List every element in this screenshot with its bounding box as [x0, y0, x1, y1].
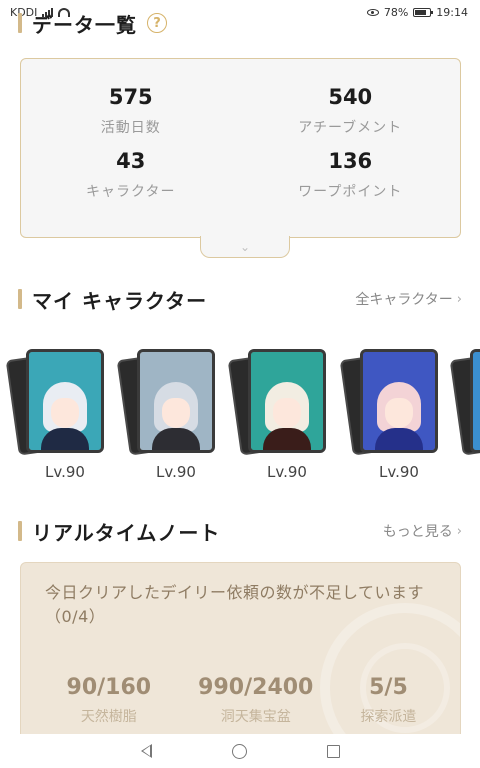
section-accent-bar [18, 289, 22, 309]
back-icon[interactable] [140, 744, 152, 758]
expedition-stat: 5/5 探索派遣 [360, 675, 416, 726]
character-level: Lv.90 [45, 463, 85, 481]
stat-value: 5/5 [369, 675, 408, 700]
stat-value: 575 [108, 85, 153, 109]
character-portrait [26, 349, 104, 453]
see-more-link[interactable]: もっと見る › [383, 521, 462, 541]
stat-active-days: 575 活動日数 [21, 85, 241, 137]
home-icon[interactable] [231, 743, 247, 759]
stat-value: 990/2400 [198, 675, 314, 700]
recents-icon[interactable] [326, 744, 340, 758]
daily-commission-warning: 今日クリアしたデイリー依頼の数が不足しています（0/4） [45, 583, 425, 626]
character-portrait [470, 349, 480, 453]
stat-label: キャラクター [86, 184, 176, 200]
stat-waypoints: 136 ワープポイント [241, 149, 461, 201]
stat-label: 洞天集宝盆 [220, 709, 291, 725]
stat-value: 540 [328, 85, 373, 109]
realtime-note-card[interactable]: 今日クリアしたデイリー依頼の数が不足しています（0/4） 90/160 天然樹脂… [20, 562, 461, 742]
chevron-right-icon: › [456, 523, 462, 539]
stat-value: 90/160 [66, 675, 152, 700]
expand-stats-button[interactable]: ⌄ [200, 236, 290, 258]
system-nav-bar [0, 734, 480, 768]
stat-achievements: 540 アチーブメント [241, 85, 461, 137]
all-characters-label: 全キャラクター [355, 292, 453, 308]
realtime-note-header: リアルタイムノート もっと見る › [18, 516, 462, 546]
stat-label: ワープポイント [298, 184, 403, 200]
data-overview-card: 575 活動日数 540 アチーブメント 43 キャラクター 136 ワープポイ… [20, 58, 461, 238]
data-overview-header: データ一覧 ? [18, 8, 462, 38]
my-characters-header: マイ キャラクター 全キャラクター › [18, 284, 462, 314]
resin-stat: 90/160 天然樹脂 [67, 675, 152, 726]
character-list: Lv.90 Lv.90 Lv.90 Lv.90 [0, 345, 480, 485]
my-characters-title: マイ キャラクター [32, 288, 208, 313]
all-characters-link[interactable]: 全キャラクター › [355, 289, 462, 309]
section-accent-bar [18, 13, 22, 33]
character-portrait [137, 349, 215, 453]
section-accent-bar [18, 521, 22, 541]
character-level: Lv.90 [379, 463, 419, 481]
character-portrait [360, 349, 438, 453]
character-level: Lv.90 [156, 463, 196, 481]
chevron-down-icon: ⌄ [239, 239, 251, 254]
stat-value: 136 [328, 149, 373, 173]
stat-label: 天然樹脂 [80, 709, 137, 725]
realm-currency-stat: 990/2400 洞天集宝盆 [198, 675, 313, 726]
stat-label: アチーブメント [298, 120, 403, 136]
stat-characters: 43 キャラクター [21, 149, 241, 201]
help-icon[interactable]: ? [147, 13, 167, 33]
stat-label: 探索派遣 [360, 709, 417, 725]
data-overview-title: データ一覧 [32, 12, 137, 37]
realtime-note-title: リアルタイムノート [32, 520, 221, 545]
character-portrait [248, 349, 326, 453]
stat-value: 43 [116, 149, 146, 173]
see-more-label: もっと見る [382, 524, 453, 540]
chevron-right-icon: › [456, 291, 462, 307]
character-level: Lv.90 [267, 463, 307, 481]
stat-label: 活動日数 [100, 120, 161, 136]
